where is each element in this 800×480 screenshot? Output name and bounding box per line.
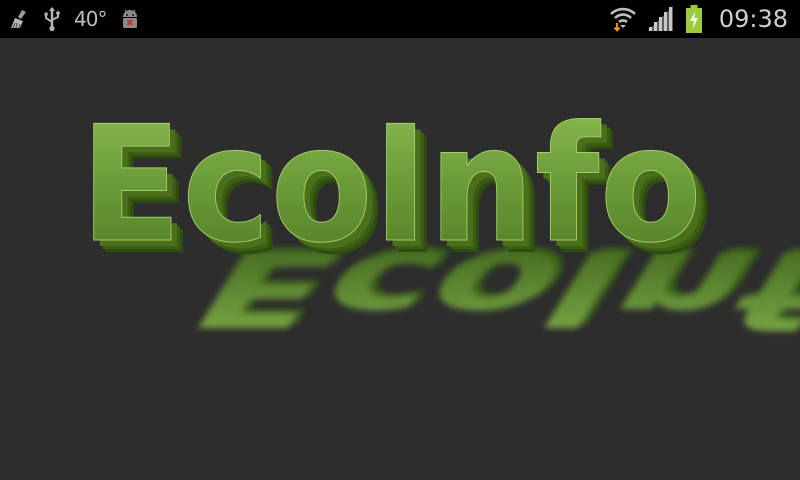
status-bar: 40° 09:38 <box>0 0 800 38</box>
status-bar-notifications: 40° <box>8 7 142 32</box>
status-clock: 09:38 <box>718 5 788 33</box>
logo-text: EcoInfo <box>80 91 702 278</box>
ecoinfo-logo: EcoInfo EcoInfo EcoInfo EcoInfo EcoInfo … <box>80 91 800 349</box>
temperature-readout: 40° <box>74 7 107 31</box>
splash-screen: EcoInfo EcoInfo EcoInfo EcoInfo EcoInfo … <box>0 38 800 480</box>
android-debug-icon <box>118 7 142 31</box>
usb-icon <box>42 7 62 32</box>
wifi-signal-icon <box>609 7 637 32</box>
cleaner-broom-icon <box>8 7 30 31</box>
status-bar-system: 09:38 <box>609 5 788 33</box>
battery-charging-icon <box>685 5 703 33</box>
cell-signal-icon <box>647 6 675 31</box>
